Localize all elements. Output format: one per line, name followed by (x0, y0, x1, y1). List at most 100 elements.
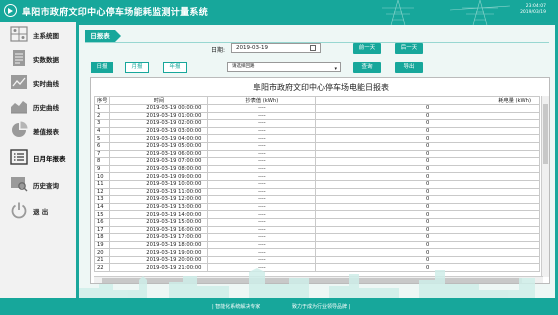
cell-energy: 0 (315, 240, 540, 250)
cell-index: 3 (93, 119, 111, 128)
cell-energy: 0 (315, 210, 540, 219)
cell-time: 2019-03-19 17:00:00 (109, 233, 209, 242)
clock-date: 2019/03/19 (520, 10, 546, 15)
table-row: 4 2019-03-19 03:00:00 ---- 0 (93, 126, 540, 136)
footer-slogan-right: 致力于成为行业领导品牌 | (292, 304, 351, 310)
cell-index: 13 (93, 195, 111, 204)
cell-energy: 0 (315, 141, 540, 151)
mode-month-button[interactable]: 月报 (125, 62, 149, 73)
table-row: 1 2019-03-19 00:00:00 ---- 0 (93, 104, 540, 113)
export-button[interactable]: 导出 (395, 62, 423, 73)
sidebar-item-history-curve[interactable]: 历史曲线 (0, 94, 76, 118)
report-title: 阜阳市政府文印中心停车场电能日报表 (253, 83, 389, 92)
cell-reading: ---- (207, 248, 317, 257)
cell-index: 7 (93, 149, 111, 159)
cell-energy: 0 (315, 187, 540, 197)
next-day-button[interactable]: 后一天 (395, 43, 423, 54)
chevron-down-icon: ▾ (334, 66, 337, 72)
cell-index: 8 (93, 157, 111, 166)
table-row: 10 2019-03-19 09:00:00 ---- 0 (93, 172, 540, 181)
cell-index: 11 (93, 179, 111, 189)
cell-energy: 0 (315, 134, 540, 143)
cell-time: 2019-03-19 06:00:00 (109, 149, 209, 159)
cell-reading: ---- (207, 187, 317, 197)
cell-time: 2019-03-19 10:00:00 (109, 179, 209, 189)
cell-index: 2 (93, 111, 111, 121)
table-row: 16 2019-03-19 15:00:00 ---- 0 (93, 217, 540, 227)
table-row: 14 2019-03-19 13:00:00 ---- 0 (93, 202, 540, 212)
cell-time: 2019-03-19 12:00:00 (109, 195, 209, 204)
cell-reading: ---- (207, 164, 317, 174)
table-row: 20 2019-03-19 19:00:00 ---- 0 (93, 248, 540, 257)
sidebar-item-realtime-curve[interactable]: 实时曲线 (0, 70, 76, 94)
cell-time: 2019-03-19 18:00:00 (109, 240, 209, 250)
table-row: 17 2019-03-19 16:00:00 ---- 0 (93, 225, 540, 235)
column-header-index: 序号 (93, 96, 111, 105)
column-header-reading: 抄表值 (kWh) (207, 96, 317, 105)
cell-time: 2019-03-19 19:00:00 (109, 248, 209, 257)
skyline-decoration (79, 268, 535, 298)
table-row: 11 2019-03-19 10:00:00 ---- 0 (93, 179, 540, 189)
table-row: 15 2019-03-19 14:00:00 ---- 0 (93, 210, 540, 219)
sidebar-item-realtime-data[interactable]: 实数数据 (0, 46, 76, 70)
sidebar-item-label: 主系统图 (33, 32, 59, 40)
mode-year-button[interactable]: 年报 (163, 62, 187, 73)
prev-day-button[interactable]: 前一天 (353, 43, 381, 54)
date-value: 2019-03-19 (236, 45, 268, 51)
cell-reading: ---- (207, 111, 317, 121)
sidebar-item-diff-report[interactable]: 差值报表 (0, 118, 76, 142)
cell-time: 2019-03-19 04:00:00 (109, 134, 209, 143)
query-button[interactable]: 查询 (353, 62, 381, 73)
scroll-thumb[interactable] (543, 104, 548, 164)
footer-slogan-left: | 智能化系统解决专家 (212, 304, 261, 310)
column-header-energy: 耗电量 (kWh) (315, 96, 540, 105)
sidebar-item-period-report[interactable]: 日月年报表 (0, 145, 76, 169)
cell-index: 17 (93, 225, 111, 235)
tab-arrow (115, 30, 121, 42)
cell-time: 2019-03-19 15:00:00 (109, 217, 209, 227)
sidebar-item-main-diagram[interactable]: 主系统图 (0, 22, 76, 46)
cell-index: 1 (93, 104, 111, 113)
cell-energy: 0 (315, 126, 540, 136)
column-header-time: 时间 (109, 96, 209, 105)
cell-index: 20 (93, 248, 111, 257)
calendar-icon[interactable] (310, 45, 316, 51)
circuit-select[interactable]: 请选择回路 ▾ (227, 62, 341, 72)
mode-day-button[interactable]: 日报 (91, 62, 113, 73)
report-sheet: 阜阳市政府文印中心停车场电能日报表 序号 时间 抄表值 (kWh) 耗电量 (k… (90, 77, 550, 284)
cell-reading: ---- (207, 179, 317, 189)
table-row: 9 2019-03-19 08:00:00 ---- 0 (93, 164, 540, 174)
table-row: 13 2019-03-19 12:00:00 ---- 0 (93, 195, 540, 204)
table-row: 8 2019-03-19 07:00:00 ---- 0 (93, 157, 540, 166)
cell-energy: 0 (315, 225, 540, 235)
sidebar-item-exit[interactable]: 退 出 (0, 198, 76, 222)
cell-reading: ---- (207, 157, 317, 166)
cell-time: 2019-03-19 09:00:00 (109, 172, 209, 181)
date-field[interactable]: 2019-03-19 (231, 43, 321, 53)
table-row: 3 2019-03-19 02:00:00 ---- 0 (93, 119, 540, 128)
cell-energy: 0 (315, 195, 540, 204)
sidebar-item-history-query[interactable]: 历史查询 (0, 172, 76, 196)
table-row: 7 2019-03-19 06:00:00 ---- 0 (93, 149, 540, 159)
sidebar-item-label: 差值报表 (33, 128, 59, 136)
cell-energy: 0 (315, 179, 540, 189)
cell-reading: ---- (207, 202, 317, 212)
table-row: 6 2019-03-19 05:00:00 ---- 0 (93, 141, 540, 151)
cell-time: 2019-03-19 13:00:00 (109, 202, 209, 212)
cell-index: 12 (93, 187, 111, 197)
cell-reading: ---- (207, 126, 317, 136)
power-icon (11, 202, 27, 219)
list-icon (10, 149, 28, 165)
cell-reading: ---- (207, 217, 317, 227)
cell-energy: 0 (315, 164, 540, 174)
search-icon (11, 177, 28, 192)
cell-reading: ---- (207, 119, 317, 128)
cell-energy: 0 (315, 104, 540, 113)
cell-index: 16 (93, 217, 111, 227)
tab-daily-report[interactable]: 日报表 (85, 30, 115, 42)
cell-energy: 0 (315, 172, 540, 181)
area-chart-icon (11, 101, 27, 114)
cell-energy: 0 (315, 119, 540, 128)
vertical-scrollbar[interactable] (541, 96, 549, 277)
cell-energy: 0 (315, 157, 540, 166)
